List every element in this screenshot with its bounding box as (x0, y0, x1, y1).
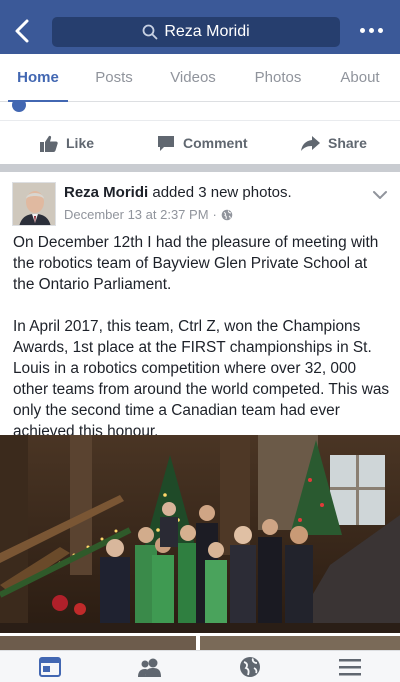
post-header: Reza Moridi added 3 new photos. December… (0, 172, 400, 232)
bottom-nav (0, 650, 400, 682)
post-actions: Like Comment Share (0, 120, 400, 164)
comment-bubble-icon (158, 135, 174, 151)
tab-photos[interactable]: Photos (246, 54, 310, 102)
post-timestamp[interactable]: December 13 at 2:37 PM (64, 207, 209, 222)
post-options-chevron-icon[interactable] (372, 188, 388, 200)
comment-label: Comment (183, 135, 248, 151)
post-photo-3[interactable] (200, 636, 400, 650)
like-label: Like (66, 135, 95, 151)
globe-icon (221, 209, 233, 220)
tab-about[interactable]: About (334, 54, 386, 102)
friends-icon[interactable] (100, 651, 200, 682)
meta-separator: · (212, 207, 217, 222)
previous-post-reactions (0, 102, 400, 112)
post-meta: December 13 at 2:37 PM · (64, 207, 233, 222)
more-dots-icon[interactable] (360, 24, 384, 38)
like-button[interactable]: Like (40, 121, 94, 165)
comment-button[interactable]: Comment (157, 121, 248, 165)
news-feed-icon[interactable] (0, 651, 100, 682)
share-button[interactable]: Share (301, 121, 367, 165)
post-photo-2[interactable] (0, 636, 196, 650)
share-label: Share (328, 135, 367, 151)
search-input[interactable]: Reza Moridi (52, 17, 340, 47)
post-paragraph-1: On December 12th I had the pleasure of m… (13, 234, 379, 293)
feed-divider (0, 164, 400, 172)
search-icon (142, 24, 158, 40)
tab-posts[interactable]: Posts (84, 54, 144, 102)
post-photo-main[interactable] (0, 435, 400, 633)
post-author-line: Reza Moridi added 3 new photos. (64, 184, 292, 201)
menu-icon[interactable] (300, 651, 400, 682)
tab-videos[interactable]: Videos (160, 54, 226, 102)
post-text: On December 12th I had the pleasure of m… (13, 232, 391, 463)
post-photo-row (0, 636, 400, 650)
avatar[interactable] (12, 182, 56, 226)
page-tabs: Home Posts Videos Photos About (0, 54, 400, 102)
back-chevron-icon[interactable] (10, 18, 36, 44)
post-paragraph-2: In April 2017, this team, Ctrl Z, won th… (13, 318, 390, 440)
post-action-text: added 3 new photos. (148, 184, 292, 201)
post-author-name[interactable]: Reza Moridi (64, 184, 148, 201)
globe-notifications-icon[interactable] (200, 651, 300, 682)
like-reaction-icon (12, 102, 26, 112)
tab-home[interactable]: Home (8, 54, 68, 102)
share-arrow-icon (301, 135, 320, 151)
top-bar: Reza Moridi (0, 0, 400, 54)
thumbs-up-icon (40, 135, 58, 152)
search-text: Reza Moridi (164, 23, 250, 40)
